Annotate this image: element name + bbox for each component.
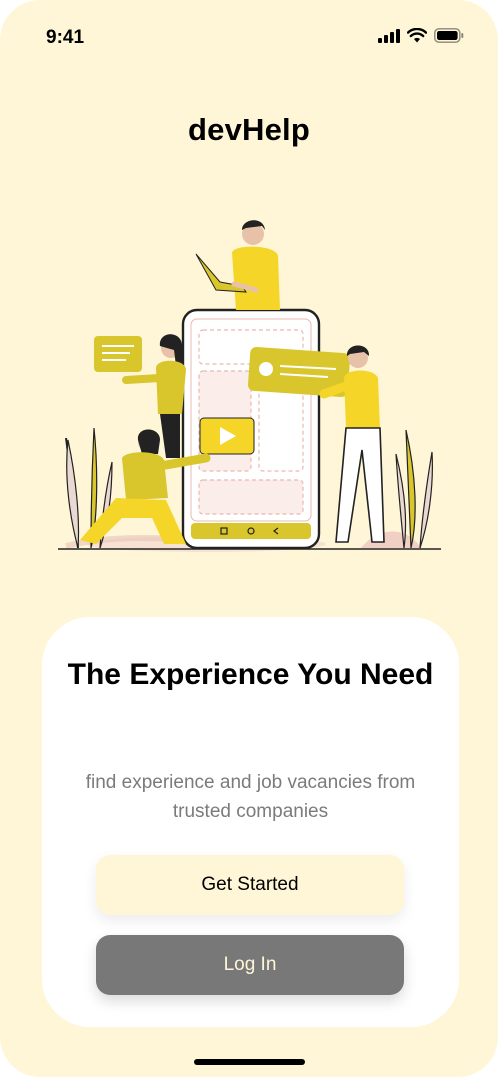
status-bar: 9:41 [0, 0, 498, 78]
login-button[interactable]: Log In [96, 935, 404, 995]
status-time: 9:41 [46, 27, 85, 48]
onboarding-card: The Experience You Need find experience … [42, 617, 459, 1027]
get-started-button[interactable]: Get Started [96, 855, 404, 915]
status-icons [378, 28, 464, 43]
headline: The Experience You Need [67, 658, 434, 691]
subtitle: find experience and job vacancies from t… [85, 772, 416, 822]
cellular-signal-icon [378, 28, 400, 43]
battery-icon [434, 28, 464, 43]
app-title: devHelp [188, 112, 310, 147]
wifi-icon [407, 28, 427, 43]
home-indicator[interactable] [194, 1059, 305, 1065]
app-screen: 9:41 devHelp The Experience You Need fin… [0, 0, 498, 1077]
team-with-phone-illustration [58, 220, 441, 552]
